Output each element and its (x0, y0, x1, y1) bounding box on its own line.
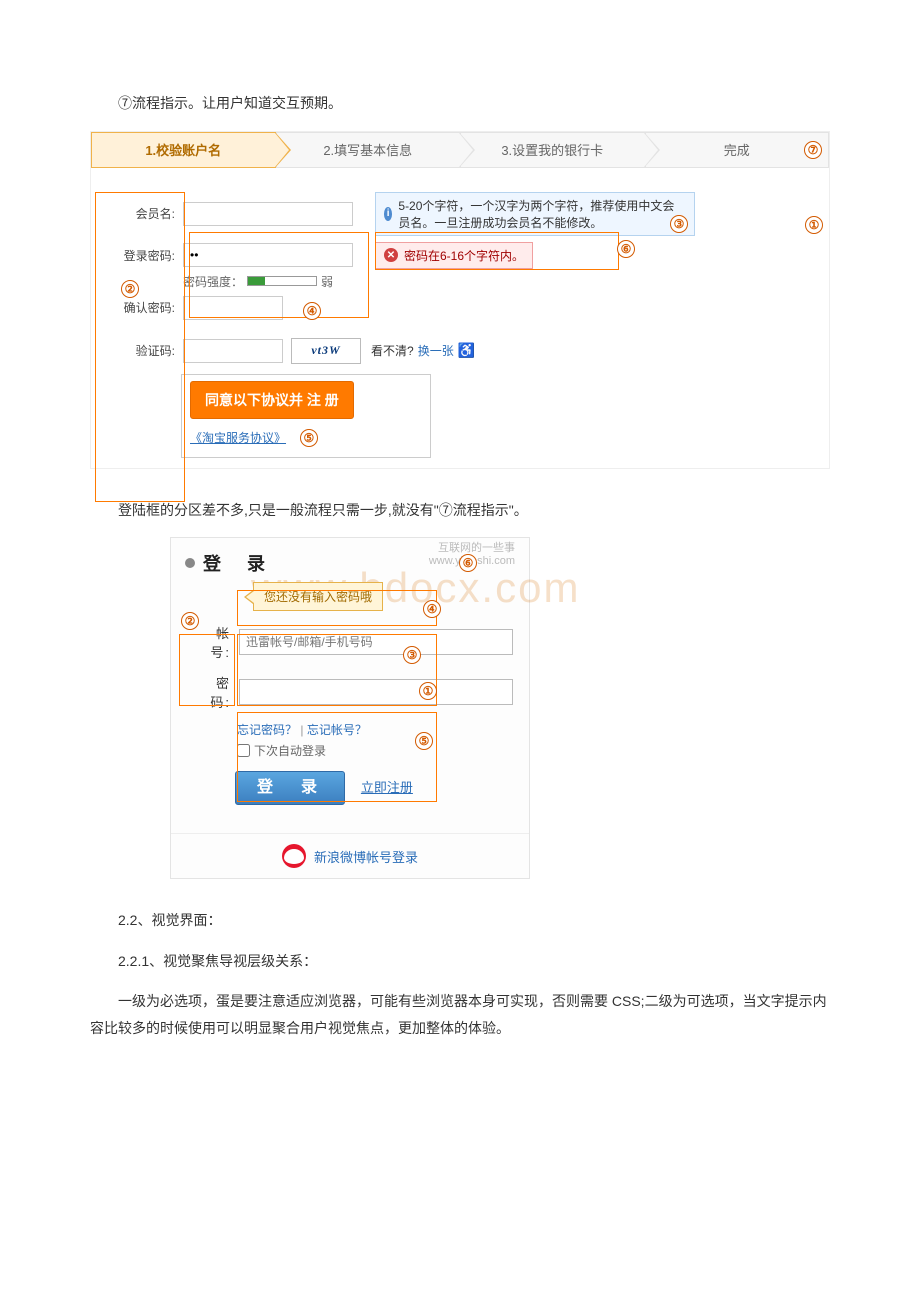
figure-registration-form: 互联网的一些事 www.yixieshi.com 1.校验账户名 2.填写基本信… (90, 131, 830, 469)
forgot-password-link[interactable]: 忘记密码？ (237, 723, 297, 737)
weibo-login-row: 新浪微博帐号登录 (171, 833, 529, 870)
heading-2-2-1: 2.2.1、视觉聚焦导视层级关系： (90, 948, 830, 975)
row-password: 登录密码: ✕ 密码在6-16个字符内。 (103, 242, 817, 269)
input-captcha[interactable] (183, 339, 283, 363)
forgot-account-link[interactable]: 忘记帐号？ (307, 723, 367, 737)
auto-login-checkbox[interactable] (237, 744, 250, 757)
strength-value: 弱 (321, 273, 333, 290)
label-confirm: 确认密码: (103, 299, 183, 316)
annotation-4: ④ (303, 302, 321, 320)
weibo-icon (282, 844, 306, 868)
bullet-icon (185, 558, 195, 568)
login-links: 忘记密码？ | 忘记帐号？ (171, 717, 529, 740)
label-password: 密 码: (187, 673, 231, 711)
progress-steps: 1.校验账户名 2.填写基本信息 3.设置我的银行卡 完成 ⑦ (91, 132, 829, 168)
weibo-login-link[interactable]: 新浪微博帐号登录 (314, 847, 418, 866)
mid-paragraph: 登陆框的分区差不多,只是一般流程只需一步,就没有"⑦流程指示"。 (90, 497, 830, 524)
heading-2-2: 2.2、视觉界面： (90, 907, 830, 934)
label-password: 登录密码: (103, 247, 183, 264)
register-button[interactable]: 同意以下协议并 注 册 (190, 381, 354, 419)
label-captcha: 验证码: (103, 342, 183, 359)
last-paragraph: 一级为必选项，蛋是要注意适应浏览器，可能有些浏览器本身可实现，否则需要 CSS;… (90, 988, 830, 1041)
annotation-1: ① (805, 216, 823, 234)
error-icon: ✕ (384, 248, 398, 262)
password-strength-bar (247, 276, 317, 286)
register-link[interactable]: 立即注册 (361, 780, 413, 795)
annotation-7: ⑦ (804, 141, 822, 159)
step-4[interactable]: 完成 ⑦ (645, 132, 830, 168)
annotation-5: ⑤ (300, 429, 318, 447)
login-button[interactable]: 登 录 (235, 771, 345, 805)
tip-password-error: ✕ 密码在6-16个字符内。 (375, 242, 533, 269)
row-account: 帐 号: (171, 617, 529, 667)
submit-group: 同意以下协议并 注 册 《淘宝服务协议》 ⑤ (181, 374, 431, 458)
row-confirm: 确认密码: (103, 296, 817, 320)
step-2[interactable]: 2.填写基本信息 (276, 132, 461, 168)
tooltip-no-password: 您还没有输入密码哦 (253, 582, 383, 611)
agreement-link[interactable]: 《淘宝服务协议》 (190, 431, 286, 445)
info-icon: i (384, 207, 392, 221)
input-password[interactable] (183, 243, 353, 267)
intro-paragraph: ⑦流程指示。让用户知道交互预期。 (90, 90, 830, 117)
captcha-image: vt3W (291, 338, 361, 364)
row-password: 密 码: (171, 667, 529, 717)
row-strength: 密码强度： 弱 (103, 273, 817, 290)
auto-login-label: 下次自动登录 (254, 742, 326, 759)
annotation-3: ③ (670, 215, 688, 233)
annotation-6: ⑥ (617, 240, 635, 258)
accessibility-icon[interactable]: ♿ (458, 342, 475, 359)
captcha-hint-text: 看不清? (371, 342, 414, 359)
row-member-name: 会员名: i 5-20个字符，一个汉字为两个字符，推荐使用中文会员名。一旦注册成… (103, 192, 817, 236)
auto-login-row: 下次自动登录 (171, 740, 529, 767)
input-member[interactable] (183, 202, 353, 226)
row-captcha: 验证码: vt3W 看不清? 换一张 ♿ (103, 338, 817, 364)
label-member: 会员名: (103, 205, 183, 222)
input-password[interactable] (239, 679, 513, 705)
step-1[interactable]: 1.校验账户名 (91, 132, 276, 168)
input-account[interactable] (239, 629, 513, 655)
tip-member-name: i 5-20个字符，一个汉字为两个字符，推荐使用中文会员名。一旦注册成功会员名不… (375, 192, 695, 236)
step-3[interactable]: 3.设置我的银行卡 (460, 132, 645, 168)
captcha-refresh-link[interactable]: 换一张 (418, 342, 454, 359)
figure-login-box: www.bdocx.com 互联网的一些事 www.yixieshi.com 登… (170, 537, 530, 879)
annotation-2: ② (121, 280, 139, 298)
input-confirm[interactable] (183, 296, 283, 320)
